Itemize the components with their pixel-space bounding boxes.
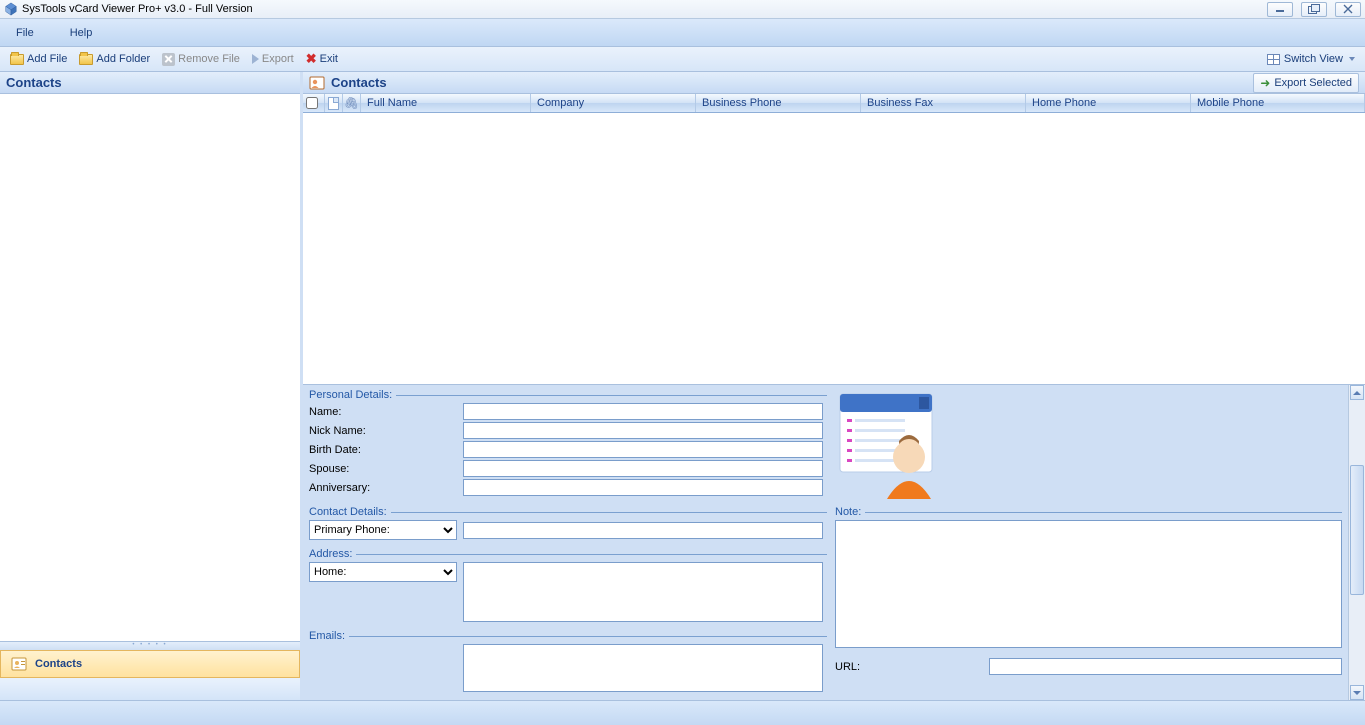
personal-details-legend: Personal Details: [309,389,396,401]
contact-details-legend: Contact Details: [309,506,391,518]
splitter-handle[interactable]: • • • • • [0,642,300,650]
col-icon[interactable] [325,94,343,112]
col-full-name[interactable]: Full Name [361,94,531,112]
switch-view-button[interactable]: Switch View [1261,51,1361,67]
col-attachment[interactable]: 🖇 [343,94,361,112]
contact-card-image [837,391,937,503]
address-field[interactable] [463,562,823,622]
export-selected-button[interactable]: ➜ Export Selected [1253,73,1359,93]
url-label: URL: [835,661,983,673]
details-panel: Personal Details: Name: Nick Name: Birth… [303,385,1365,700]
scroll-thumb[interactable] [1350,465,1364,595]
contact-icon [309,75,325,91]
right-panel-title: Contacts [331,75,387,90]
nav-strip [0,678,300,700]
add-file-label: Add File [27,53,67,65]
menu-bar: File Help [0,19,1365,47]
col-checkbox[interactable] [303,94,325,112]
switch-view-label: Switch View [1284,53,1343,65]
remove-icon [162,53,175,66]
remove-file-label: Remove File [178,53,240,65]
scroll-down-button[interactable] [1350,685,1364,700]
contacts-icon [11,656,27,672]
note-field[interactable] [835,520,1342,648]
menu-help[interactable]: Help [62,25,101,41]
table-header: 🖇 Full Name Company Business Phone Busin… [303,94,1365,113]
nick-name-field[interactable] [463,422,823,439]
title-bar: SysTools vCard Viewer Pro+ v3.0 - Full V… [0,0,1365,19]
col-home-phone[interactable]: Home Phone [1026,94,1191,112]
window-title: SysTools vCard Viewer Pro+ v3.0 - Full V… [22,3,253,15]
export-selected-label: Export Selected [1274,77,1352,89]
note-legend: Note: [835,506,865,518]
folder-open-icon [10,54,24,65]
phone-type-select[interactable]: Primary Phone: [309,520,457,540]
grid-icon [1267,54,1280,65]
emails-field[interactable] [463,644,823,692]
right-panel-header: Contacts ➜ Export Selected [303,72,1365,94]
remove-file-button[interactable]: Remove File [156,51,246,68]
maximize-button[interactable] [1301,2,1327,17]
export-label: Export [262,53,294,65]
nav-contacts[interactable]: Contacts [0,650,300,678]
address-type-select[interactable]: Home: [309,562,457,582]
folder-icon [79,54,93,65]
address-legend: Address: [309,548,356,560]
details-scrollbar[interactable] [1348,385,1365,700]
spouse-field[interactable] [463,460,823,477]
name-field[interactable] [463,403,823,420]
app-icon [4,2,18,16]
phone-field[interactable] [463,522,823,539]
add-folder-label: Add Folder [96,53,150,65]
export-arrow-icon: ➜ [1260,76,1270,90]
close-button[interactable] [1335,2,1361,17]
exit-label: Exit [320,53,338,65]
col-business-phone[interactable]: Business Phone [696,94,861,112]
scroll-up-button[interactable] [1350,385,1364,400]
url-field[interactable] [989,658,1342,675]
add-folder-button[interactable]: Add Folder [73,51,156,67]
toolbar: Add File Add Folder Remove File Export ✖… [0,47,1365,72]
select-all-checkbox[interactable] [306,97,318,109]
paperclip-icon: 🖇 [344,96,359,110]
add-file-button[interactable]: Add File [4,51,73,67]
chevron-down-icon [1349,57,1355,61]
right-panel: Contacts ➜ Export Selected 🖇 Full Name C… [303,72,1365,700]
birth-date-label: Birth Date: [309,444,457,456]
contacts-tree[interactable] [0,94,300,642]
col-company[interactable]: Company [531,94,696,112]
emails-legend: Emails: [309,630,349,642]
page-icon [328,97,339,110]
table-body[interactable] [303,113,1365,385]
nick-name-label: Nick Name: [309,425,457,437]
col-business-fax[interactable]: Business Fax [861,94,1026,112]
menu-file[interactable]: File [8,25,42,41]
status-bar [0,700,1365,725]
nav-contacts-label: Contacts [35,658,82,670]
birth-date-field[interactable] [463,441,823,458]
left-panel-header: Contacts [0,72,300,94]
name-label: Name: [309,406,457,418]
export-icon [252,54,259,64]
export-button[interactable]: Export [246,51,300,67]
anniversary-field[interactable] [463,479,823,496]
spouse-label: Spouse: [309,463,457,475]
minimize-button[interactable] [1267,2,1293,17]
close-icon: ✖ [306,52,317,66]
anniversary-label: Anniversary: [309,482,457,494]
left-panel: Contacts • • • • • Contacts [0,72,303,700]
col-mobile-phone[interactable]: Mobile Phone [1191,94,1365,112]
exit-button[interactable]: ✖ Exit [300,50,344,68]
